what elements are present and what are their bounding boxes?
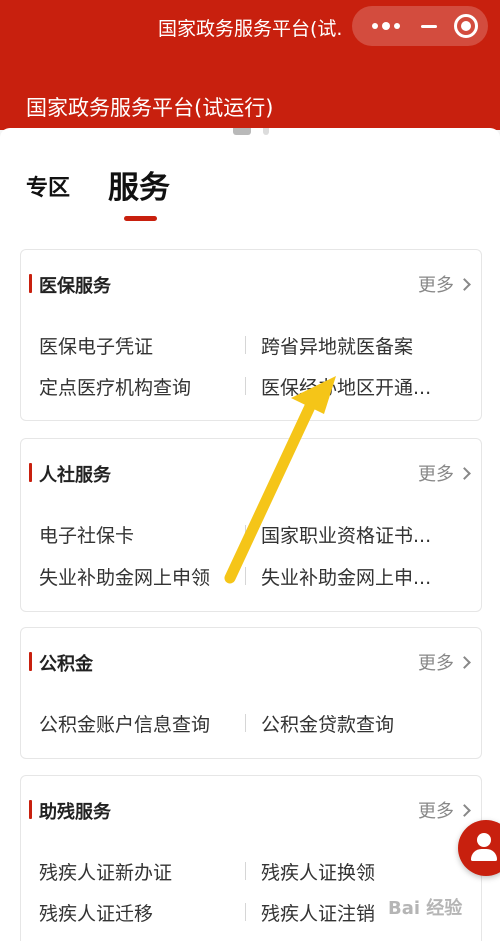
tab-service[interactable]: 服务: [108, 162, 170, 207]
service-item[interactable]: 医保电子凭证: [39, 332, 237, 359]
section-marker: [29, 274, 32, 293]
service-item[interactable]: 残疾人证新办证: [39, 858, 237, 885]
more-link[interactable]: 更多: [418, 460, 471, 486]
service-item[interactable]: 失业补助金网上申领: [39, 563, 237, 590]
section-card-medical-insurance: 医保服务 更多 医保电子凭证 跨省异地就医备案 定点医疗机构查询 医保经办地区开…: [20, 249, 482, 421]
service-item[interactable]: 医保经办地区开通...: [261, 373, 459, 400]
section-card-social-security: 人社服务 更多 电子社保卡 国家职业资格证书... 失业补助金网上申领 失业补助…: [20, 438, 482, 612]
section-marker: [29, 800, 32, 819]
service-item[interactable]: 残疾人证换领: [261, 858, 459, 885]
watermark-text: Bai 经验: [388, 898, 463, 919]
top-bar: 国家政务服务平台(试... 国家政务服务平台(试运行): [0, 0, 500, 130]
divider: [245, 336, 246, 354]
more-label: 更多: [418, 653, 454, 674]
watermark: Bai 经验: [388, 894, 462, 920]
service-item[interactable]: 公积金账户信息查询: [39, 710, 237, 737]
section-title: 人社服务: [39, 465, 111, 486]
section-marker: [29, 463, 32, 482]
more-label: 更多: [418, 801, 454, 822]
divider: [245, 525, 246, 543]
more-label: 更多: [418, 275, 454, 296]
more-link[interactable]: 更多: [418, 649, 471, 675]
mini-program-capsule: [352, 6, 488, 46]
chevron-right-icon: [458, 655, 471, 669]
service-item[interactable]: 电子社保卡: [39, 521, 237, 548]
more-link[interactable]: 更多: [418, 797, 471, 823]
drag-indicator: [233, 128, 269, 136]
service-item[interactable]: 公积金贷款查询: [261, 710, 459, 737]
more-link[interactable]: 更多: [418, 271, 471, 297]
tab-zone[interactable]: 专区: [26, 170, 70, 202]
window-title: 国家政务服务平台(试...: [158, 18, 343, 40]
section-title: 公积金: [39, 654, 93, 675]
section-card-housing-fund: 公积金 更多 公积金账户信息查询 公积金贷款查询: [20, 627, 482, 759]
service-item[interactable]: 定点医疗机构查询: [39, 373, 237, 400]
divider: [245, 862, 246, 880]
more-dots-icon[interactable]: [366, 6, 406, 46]
section-marker: [29, 652, 32, 671]
divider: [245, 903, 246, 921]
circle-close-icon[interactable]: [454, 14, 478, 38]
divider: [245, 377, 246, 395]
service-item[interactable]: 失业补助金网上申...: [261, 563, 459, 590]
chevron-right-icon: [458, 466, 471, 480]
more-label: 更多: [418, 464, 454, 485]
page-title: 国家政务服务平台(试运行): [26, 96, 274, 120]
service-item[interactable]: 残疾人证迁移: [39, 899, 237, 926]
chevron-right-icon: [458, 277, 471, 291]
service-item[interactable]: 国家职业资格证书...: [261, 521, 459, 548]
minimize-icon[interactable]: [414, 6, 444, 46]
divider: [245, 714, 246, 732]
chevron-right-icon: [458, 803, 471, 817]
service-item[interactable]: 跨省异地就医备案: [261, 332, 459, 359]
divider: [245, 567, 246, 585]
active-tab-indicator: [124, 216, 157, 221]
section-title: 医保服务: [39, 276, 111, 297]
section-title: 助残服务: [39, 802, 111, 823]
